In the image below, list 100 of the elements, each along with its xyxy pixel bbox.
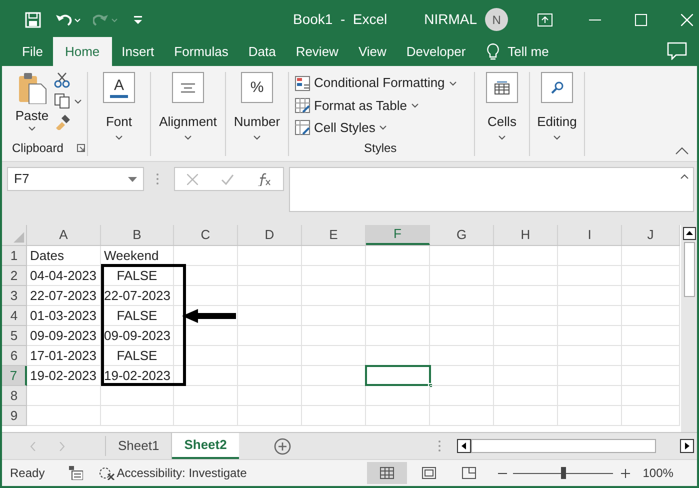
formula-input-field[interactable] [289, 167, 694, 212]
styles-menu-button[interactable]: Cell Styles [295, 116, 474, 139]
ribbon-tab[interactable]: Formulas [164, 37, 238, 66]
grid-cell[interactable]: Dates [27, 246, 101, 266]
column-header[interactable]: G [430, 225, 494, 245]
ribbon-tab[interactable]: Review [286, 37, 348, 66]
column-header[interactable]: F [366, 225, 430, 245]
sheet-tab[interactable]: Sheet2 [172, 433, 239, 459]
customize-toolbar-icon[interactable] [133, 14, 143, 24]
caret-icon [74, 98, 82, 104]
column-header[interactable]: D [238, 225, 302, 245]
scroll-right-icon[interactable] [680, 439, 694, 453]
column-header[interactable]: A [27, 225, 101, 245]
vertical-scroll-thumb[interactable] [684, 242, 694, 297]
column-header[interactable]: I [558, 225, 622, 245]
copy-icon[interactable] [54, 93, 70, 109]
insert-function-icon[interactable] [257, 172, 272, 186]
format-painter-icon[interactable] [54, 114, 70, 130]
cells-group-button[interactable]: Cells [475, 66, 529, 161]
group-label: Styles [364, 140, 398, 157]
grid-cell[interactable]: FALSE [101, 266, 174, 286]
styles-menu-button[interactable]: Format as Table [295, 94, 474, 117]
normal-view-button[interactable] [366, 462, 407, 484]
caret-icon [410, 102, 419, 108]
zoom-in-icon[interactable] [620, 468, 630, 478]
grid-cell[interactable]: FALSE [101, 306, 174, 326]
group-label: Clipboard [12, 140, 64, 157]
caret-icon [379, 125, 388, 130]
grid-cell[interactable]: 01-03-2023 [27, 306, 101, 326]
close-icon[interactable] [681, 14, 694, 26]
zoom-slider-thumb[interactable] [560, 467, 566, 479]
grid-cell[interactable]: 04-04-2023 [27, 266, 101, 286]
font-group-button[interactable]: A Font [88, 66, 150, 161]
grid-cell[interactable]: 17-01-2023 [27, 346, 101, 366]
ribbon-tab[interactable]: View [348, 37, 396, 66]
ribbon-tab[interactable]: File [12, 37, 53, 66]
caret-icon [184, 134, 192, 140]
scroll-left-icon[interactable] [456, 439, 471, 453]
grid-cell[interactable]: 22-07-2023 [101, 286, 174, 306]
horizontal-scroll-thumb[interactable] [470, 439, 656, 453]
row-header[interactable]: 3 [2, 286, 27, 306]
user-avatar[interactable]: N [485, 8, 508, 31]
row-header[interactable]: 2 [2, 266, 27, 286]
grid-cell[interactable]: FALSE [101, 346, 174, 366]
cut-icon[interactable] [54, 72, 70, 88]
row-header[interactable]: 1 [2, 246, 27, 266]
grid-cell[interactable]: 09-09-2023 [101, 326, 174, 346]
collapse-ribbon-icon[interactable] [675, 147, 689, 155]
ribbon-tab[interactable]: Developer [396, 37, 476, 66]
styles-menu-button[interactable]: Conditional Formatting [295, 72, 474, 94]
macro-recording-icon[interactable] [68, 466, 83, 480]
column-header[interactable]: H [494, 225, 558, 245]
row-header[interactable]: 7 [2, 366, 27, 386]
page-layout-icon[interactable] [422, 467, 436, 479]
grid-cell[interactable]: 19-02-2023 [101, 366, 174, 386]
name-box[interactable]: F7 [7, 167, 144, 191]
number-group-button[interactable]: % Number [226, 66, 288, 161]
maximize-icon[interactable] [635, 14, 648, 26]
editing-group-button[interactable]: Editing [530, 66, 584, 161]
previous-sheet-icon[interactable] [30, 442, 36, 451]
enter-icon[interactable] [220, 174, 234, 184]
ribbon-tab[interactable]: Insert [112, 37, 164, 66]
column-header[interactable]: B [101, 225, 174, 245]
caret-icon [115, 134, 123, 140]
ribbon-tab[interactable]: Data [238, 37, 286, 66]
search-icon [550, 80, 564, 94]
page-break-preview-icon[interactable] [462, 467, 476, 479]
row-header[interactable]: 4 [2, 306, 27, 326]
next-sheet-icon[interactable] [59, 442, 65, 451]
collapse-formula-bar-icon[interactable] [680, 174, 689, 179]
caret-icon [253, 134, 261, 140]
grid-cell[interactable]: 22-07-2023 [27, 286, 101, 306]
paste-button[interactable]: Paste [12, 72, 52, 130]
row-header[interactable]: 5 [2, 326, 27, 346]
add-sheet-icon[interactable] [274, 438, 291, 455]
grid-cell[interactable]: 09-09-2023 [27, 326, 101, 346]
conditional-formatting-icon [295, 76, 310, 91]
ribbon-display-options-icon[interactable] [537, 12, 554, 26]
save-icon[interactable] [25, 12, 41, 28]
tell-me-search[interactable]: Tell me [508, 42, 549, 62]
grip-icon [438, 440, 441, 452]
grid-cell[interactable]: 19-02-2023 [27, 366, 101, 386]
zoom-level[interactable]: 100% [642, 464, 674, 482]
grid-cell[interactable]: Weekend [101, 246, 174, 266]
row-header[interactable]: 6 [2, 346, 27, 366]
accessibility-button[interactable]: Accessibility: Investigate [98, 464, 247, 482]
cancel-icon[interactable] [186, 174, 198, 184]
align-group-button[interactable]: Alignment [151, 66, 225, 161]
grid-icon [380, 467, 394, 479]
ribbon-tab[interactable]: Home [52, 37, 112, 66]
column-header[interactable]: C [174, 225, 238, 245]
scroll-up-icon[interactable] [682, 227, 696, 240]
redo-icon [93, 12, 119, 28]
user-name: NIRMAL [424, 10, 478, 29]
comments-icon[interactable] [667, 42, 687, 60]
row-header[interactable]: 9 [2, 406, 27, 426]
column-header[interactable]: J [622, 225, 680, 245]
undo-icon[interactable] [55, 12, 81, 28]
dialog-launcher-icon[interactable] [77, 144, 86, 152]
row-header[interactable]: 8 [2, 386, 27, 406]
